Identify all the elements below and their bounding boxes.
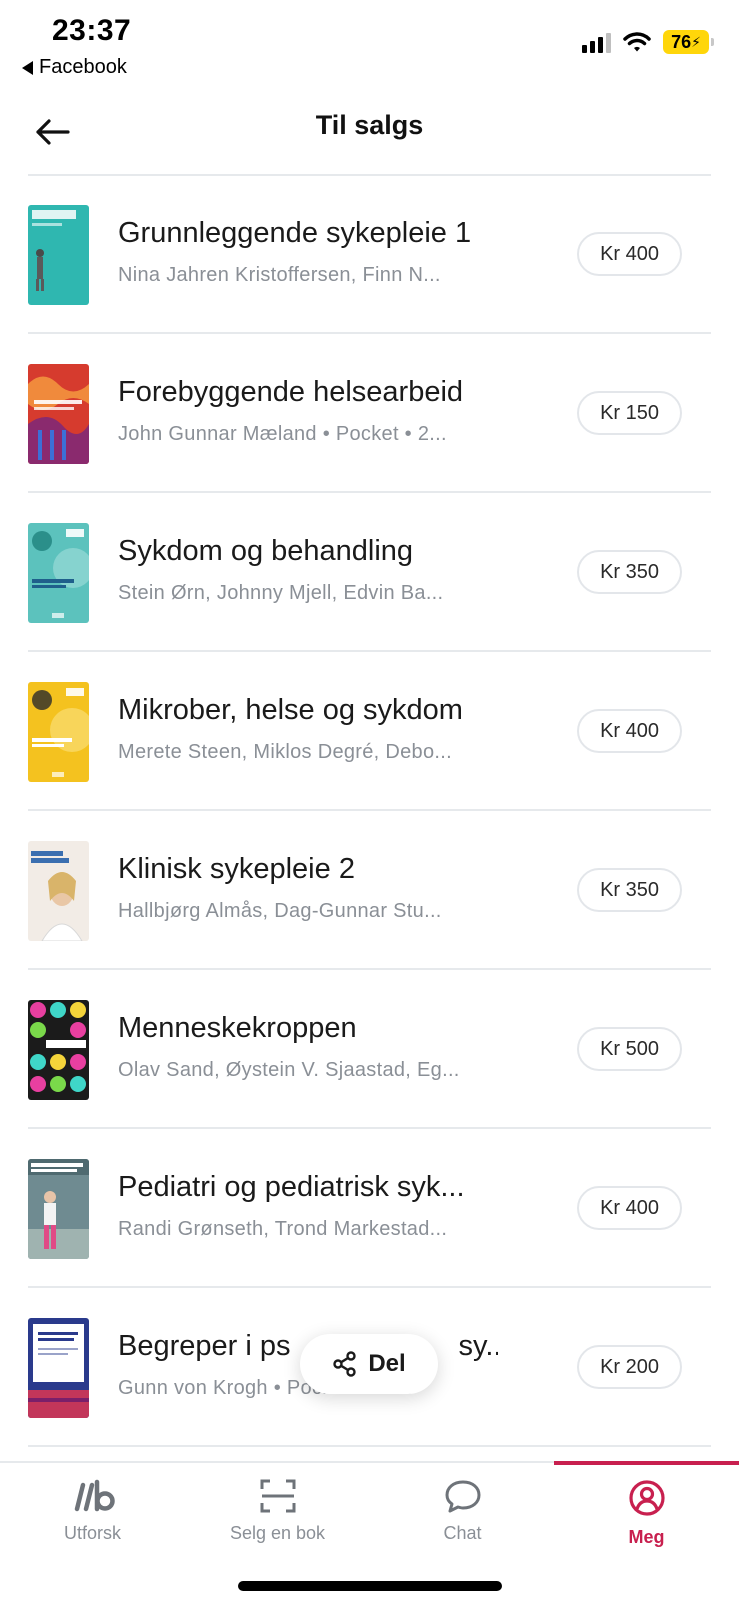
- book-cover: [28, 1000, 89, 1100]
- book-title-start: Begreper i ps: [118, 1330, 291, 1362]
- list-item[interactable]: Sykdom og behandling Stein Ørn, Johnny M…: [0, 493, 739, 652]
- book-authors: Merete Steen, Miklos Degré, Debo...: [118, 741, 452, 763]
- book-authors: Olav Sand, Øystein V. Sjaastad, Eg...: [118, 1059, 460, 1081]
- tab-meg[interactable]: Meg: [554, 1461, 739, 1573]
- book-cover: [28, 841, 89, 941]
- list-item[interactable]: Forebyggende helsearbeid John Gunnar Mæl…: [0, 334, 739, 493]
- price-badge: Kr 350: [577, 868, 682, 912]
- book-title: Klinisk sykepleie 2: [118, 853, 355, 885]
- book-authors: Nina Jahren Kristoffersen, Finn N...: [118, 264, 441, 286]
- book-title: Mikrober, helse og sykdom: [118, 694, 463, 726]
- price-badge: Kr 400: [577, 1186, 682, 1230]
- chat-bubble-icon: [445, 1480, 480, 1513]
- price-badge: Kr 400: [577, 232, 682, 276]
- book-list: Grunnleggende sykepleie 1 Nina Jahren Kr…: [0, 175, 739, 1447]
- logo-icon: [74, 1479, 115, 1512]
- price-badge: Kr 200: [577, 1345, 682, 1389]
- book-cover: [28, 1159, 89, 1259]
- book-title: Menneskekroppen: [118, 1012, 357, 1044]
- book-title: Forebyggende helsearbeid: [118, 376, 464, 408]
- share-icon: [333, 1351, 357, 1377]
- book-title: Grunnleggende sykepleie 1: [118, 217, 472, 249]
- list-item[interactable]: Grunnleggende sykepleie 1 Nina Jahren Kr…: [0, 175, 739, 334]
- list-item[interactable]: Menneskekroppen Olav Sand, Øystein V. Sj…: [0, 970, 739, 1129]
- book-authors: Randi Grønseth, Trond Markestad...: [118, 1218, 448, 1240]
- book-authors: Stein Ørn, Johnny Mjell, Edvin Ba...: [118, 582, 444, 604]
- header: Til salgs: [0, 96, 739, 176]
- book-title: Sykdom og behandling: [118, 535, 414, 567]
- cellular-signal-icon: [582, 31, 611, 53]
- book-cover: [28, 1318, 89, 1418]
- tab-chat[interactable]: Chat: [370, 1463, 555, 1573]
- book-title-end: sy...: [458, 1330, 499, 1362]
- battery-level: 76: [671, 31, 692, 52]
- back-triangle-icon: [22, 60, 33, 75]
- bottom-tab-bar: Utforsk Selg en bok Chat Meg: [0, 1461, 739, 1600]
- book-authors: John Gunnar Mæland • Pocket • 2...: [118, 423, 447, 445]
- back-to-app-link[interactable]: Facebook: [22, 56, 127, 79]
- status-indicators: 76 ⚡: [582, 30, 714, 54]
- scan-icon: [260, 1479, 295, 1513]
- tab-selg-en-bok[interactable]: Selg en bok: [185, 1463, 370, 1573]
- row-divider: [28, 1445, 711, 1447]
- back-app-label: Facebook: [39, 56, 127, 78]
- tab-label: Selg en bok: [229, 1523, 326, 1543]
- tab-utforsk[interactable]: Utforsk: [0, 1463, 185, 1573]
- tab-label: Utforsk: [63, 1523, 121, 1543]
- tab-label: Meg: [628, 1527, 665, 1547]
- book-cover: [28, 205, 89, 305]
- list-item[interactable]: Mikrober, helse og sykdom Merete Steen, …: [0, 652, 739, 811]
- book-cover: [28, 523, 89, 623]
- price-badge: Kr 500: [577, 1027, 682, 1071]
- profile-icon: [628, 1480, 665, 1516]
- book-cover: [28, 364, 89, 464]
- price-badge: Kr 350: [577, 550, 682, 594]
- battery-indicator: 76 ⚡: [663, 30, 714, 54]
- page-title: Til salgs: [315, 110, 424, 140]
- charging-bolt-icon: ⚡: [691, 33, 701, 50]
- list-item[interactable]: Klinisk sykepleie 2 Hallbjørg Almås, Dag…: [0, 811, 739, 970]
- share-label: Del: [368, 1350, 406, 1377]
- price-badge: Kr 400: [577, 709, 682, 753]
- book-title: Pediatri og pediatrisk syk...: [118, 1171, 465, 1203]
- price-badge: Kr 150: [577, 391, 682, 435]
- tab-label: Chat: [443, 1523, 482, 1543]
- wifi-icon: [623, 32, 651, 52]
- list-item[interactable]: Pediatri og pediatrisk syk... Randi Grøn…: [0, 1129, 739, 1288]
- share-button[interactable]: Del: [300, 1334, 438, 1394]
- home-indicator: [238, 1581, 502, 1591]
- status-time: 23:37: [52, 14, 132, 47]
- book-cover: [28, 682, 89, 782]
- book-authors: Hallbjørg Almås, Dag-Gunnar Stu...: [118, 900, 442, 922]
